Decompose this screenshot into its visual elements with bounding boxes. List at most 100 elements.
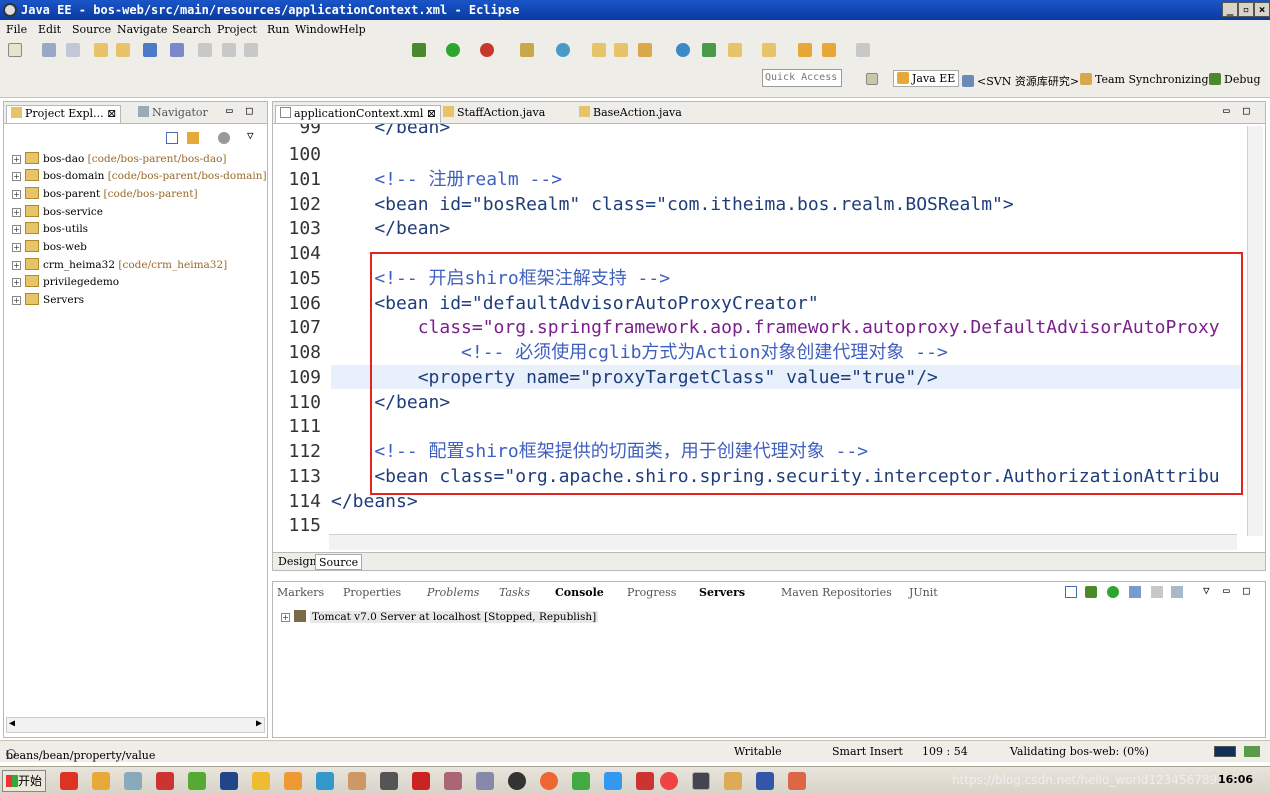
tree-item[interactable]: + privilegedemo xyxy=(12,274,119,291)
expand-icon[interactable]: + xyxy=(12,190,21,199)
save-all-icon[interactable] xyxy=(66,43,80,57)
back-icon[interactable] xyxy=(798,43,812,57)
app-icon[interactable] xyxy=(724,772,742,790)
tab-design[interactable]: Design xyxy=(275,554,320,570)
start-server-icon[interactable] xyxy=(1107,586,1119,598)
progress-icon[interactable] xyxy=(1214,746,1236,757)
external-tools-icon[interactable] xyxy=(480,43,494,57)
scroll-right-icon[interactable]: ▶ xyxy=(256,718,262,729)
forward-icon[interactable] xyxy=(822,43,836,57)
tab-junit[interactable]: JUnit xyxy=(909,586,938,599)
app-icon[interactable] xyxy=(412,772,430,790)
app-icon[interactable] xyxy=(788,772,806,790)
tab-progress[interactable]: Progress xyxy=(627,586,676,599)
app-icon[interactable] xyxy=(636,772,654,790)
background-tasks-icon[interactable] xyxy=(1244,746,1260,757)
maximize-view-icon[interactable]: □ xyxy=(246,104,253,117)
tab-maven-repositories[interactable]: Maven Repositories xyxy=(781,586,892,599)
app-icon[interactable] xyxy=(60,772,78,790)
horizontal-scrollbar[interactable] xyxy=(329,534,1237,550)
debug-tool-icon[interactable] xyxy=(170,43,184,57)
tab-properties[interactable]: Properties xyxy=(343,586,401,599)
app-icon[interactable] xyxy=(252,772,270,790)
tab-markers[interactable]: Markers xyxy=(277,586,324,599)
menu-source[interactable]: Source xyxy=(72,23,111,36)
forward-disabled-icon[interactable] xyxy=(856,43,870,57)
stop-server-icon[interactable] xyxy=(1151,586,1163,598)
minimize-button[interactable]: _ xyxy=(1222,2,1238,17)
app-icon[interactable] xyxy=(316,772,334,790)
open-perspective-icon[interactable] xyxy=(866,73,881,86)
tab-staff-action[interactable]: StaffAction.java xyxy=(439,105,549,123)
collapse-icon[interactable] xyxy=(1065,586,1077,598)
next-annotation-icon[interactable] xyxy=(702,43,716,57)
menu-search[interactable]: Search xyxy=(172,23,211,36)
tab-source[interactable]: Source xyxy=(315,554,363,570)
maximize-button[interactable]: ▫ xyxy=(1238,2,1254,17)
code-area[interactable]: 99 </bean> 100 101 <!-- 注册realm --> 102 … xyxy=(273,124,1265,539)
tab-console[interactable]: Console xyxy=(555,586,604,599)
open-resource-icon[interactable] xyxy=(116,43,130,57)
perspective-java-ee[interactable]: Java EE xyxy=(893,70,960,87)
app-icon[interactable] xyxy=(572,772,590,790)
terminate-icon[interactable] xyxy=(244,43,258,57)
tree-item[interactable]: + crm_heima32 [code/crm_heima32] xyxy=(12,257,227,274)
filter-icon[interactable] xyxy=(218,132,230,144)
resume-icon[interactable] xyxy=(198,43,212,57)
close-button[interactable]: × xyxy=(1254,2,1270,17)
tree-item[interactable]: + bos-web xyxy=(12,239,87,256)
app-icon[interactable] xyxy=(380,772,398,790)
view-menu-icon[interactable]: ▽ xyxy=(1203,584,1210,597)
pen-icon[interactable] xyxy=(638,43,652,57)
tab-project-explorer[interactable]: Project Expl... ⊠ xyxy=(6,105,122,123)
expand-icon[interactable]: + xyxy=(12,172,21,181)
menu-window[interactable]: Window xyxy=(295,23,340,36)
save-icon[interactable] xyxy=(42,43,56,57)
app-icon[interactable] xyxy=(476,772,494,790)
link-editor-icon[interactable] xyxy=(187,132,199,144)
tree-item[interactable]: + bos-service xyxy=(12,204,103,221)
app-icon[interactable] xyxy=(92,772,110,790)
new-icon[interactable] xyxy=(8,43,22,57)
close-tab-icon[interactable]: ⊠ xyxy=(107,107,116,120)
open-type-icon[interactable] xyxy=(94,43,108,57)
suspend-icon[interactable] xyxy=(222,43,236,57)
expand-icon[interactable]: + xyxy=(12,261,21,270)
maximize-view-icon[interactable]: □ xyxy=(1243,584,1250,597)
app-icon[interactable] xyxy=(604,772,622,790)
perspective-svn[interactable]: <SVN 资源库研究> xyxy=(962,73,1079,89)
perspective-team-sync[interactable]: Team Synchronizing xyxy=(1080,73,1208,86)
last-edit-icon[interactable] xyxy=(762,43,776,57)
collapse-all-icon[interactable] xyxy=(166,132,178,144)
menu-run[interactable]: Run xyxy=(267,23,289,36)
horizontal-scrollbar[interactable]: ◀ ▶ xyxy=(6,717,265,733)
run-icon[interactable] xyxy=(446,43,460,57)
profile-server-icon[interactable] xyxy=(1129,586,1141,598)
close-tab-icon[interactable]: ⊠ xyxy=(427,107,436,120)
tree-item[interactable]: + bos-utils xyxy=(12,221,88,238)
scroll-left-icon[interactable]: ◀ xyxy=(9,718,15,729)
app-icon[interactable] xyxy=(188,772,206,790)
tab-navigator[interactable]: Navigator xyxy=(134,105,212,123)
tree-item[interactable]: + bos-dao [code/bos-parent/bos-dao] xyxy=(12,151,227,168)
start-button[interactable]: 开始 xyxy=(2,770,46,792)
open-folder-icon[interactable] xyxy=(592,43,606,57)
tree-item[interactable]: + Servers xyxy=(12,292,84,309)
server-row[interactable]: + Tomcat v7.0 Server at localhost [Stoppe… xyxy=(281,610,599,623)
menu-navigate[interactable]: Navigate xyxy=(117,23,167,36)
word-icon[interactable] xyxy=(756,772,774,790)
app-icon[interactable] xyxy=(124,772,142,790)
app-icon[interactable] xyxy=(156,772,174,790)
globe-icon[interactable] xyxy=(676,43,690,57)
minimize-editor-icon[interactable]: ▭ xyxy=(1223,104,1230,117)
chrome-icon[interactable] xyxy=(660,772,678,790)
new-class-icon[interactable] xyxy=(556,43,570,57)
tab-tasks[interactable]: Tasks xyxy=(499,586,530,599)
perspective-debug[interactable]: Debug xyxy=(1209,73,1261,86)
new-server-icon[interactable] xyxy=(520,43,534,57)
minimize-view-icon[interactable]: ▭ xyxy=(1223,584,1230,597)
expand-icon[interactable]: + xyxy=(12,243,21,252)
maximize-editor-icon[interactable]: □ xyxy=(1243,104,1250,117)
view-menu-icon[interactable]: ▽ xyxy=(247,129,254,142)
menu-help[interactable]: Help xyxy=(339,23,366,36)
